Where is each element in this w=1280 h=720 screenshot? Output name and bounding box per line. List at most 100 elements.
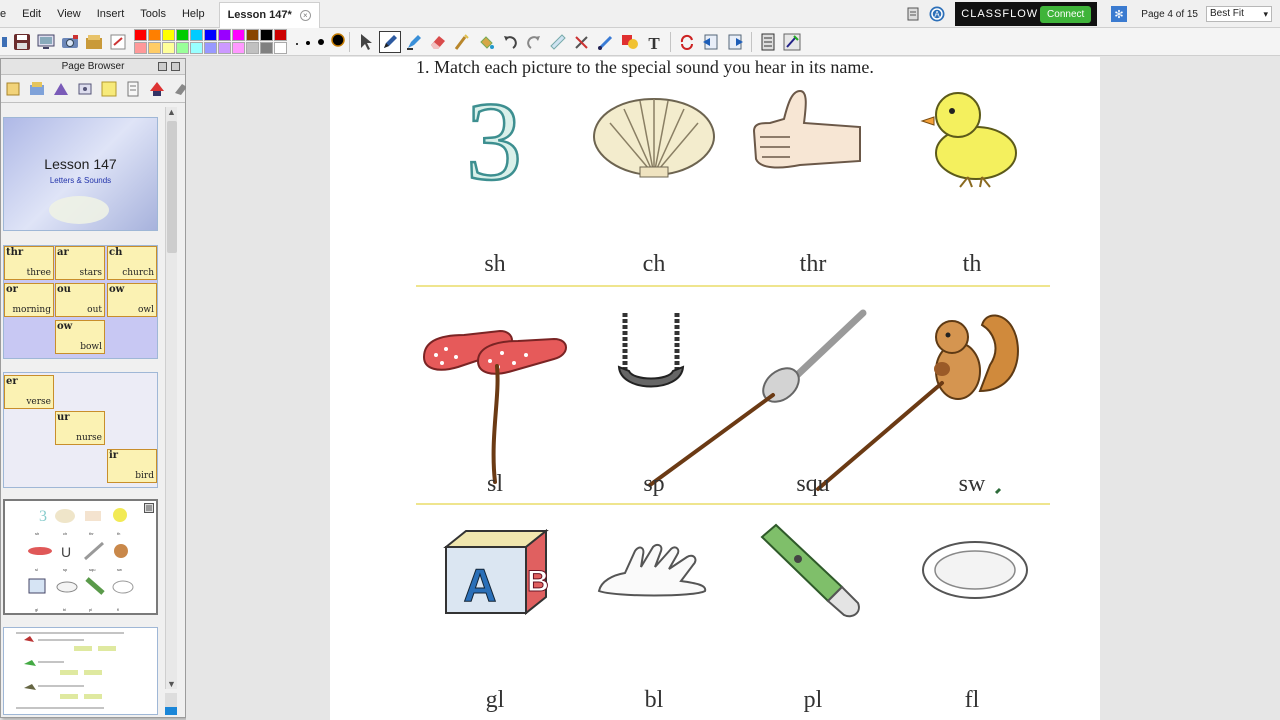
sound-bl[interactable]: bl [614, 687, 694, 714]
thumb4-word: thr [89, 531, 94, 536]
select-icon[interactable] [355, 31, 377, 53]
color-swatch[interactable] [260, 42, 273, 54]
next-page-icon[interactable] [724, 31, 746, 53]
undo-icon[interactable] [499, 31, 521, 53]
width-xlarge-icon[interactable] [331, 33, 345, 50]
sound-card: ir bird [107, 449, 157, 483]
thumb5-preview [16, 632, 124, 709]
page-thumbnail-5[interactable] [3, 627, 158, 715]
panel-close-icon[interactable] [171, 62, 180, 71]
page-notes-icon[interactable] [757, 31, 779, 53]
sound-sp[interactable]: sp [614, 471, 694, 498]
color-swatch[interactable] [246, 42, 259, 54]
color-swatch[interactable] [232, 42, 245, 54]
page-thumbnail-3[interactable]: er verse ur nurse ir bird [3, 372, 158, 488]
svg-text:✻: ✻ [1115, 9, 1124, 21]
previous-page-icon[interactable] [700, 31, 722, 53]
sound-gl[interactable]: gl [455, 687, 535, 714]
screen-icon[interactable] [35, 31, 57, 53]
page-thumbnail-1[interactable]: Lesson 147 Letters & Sounds [3, 117, 158, 231]
close-icon[interactable]: × [299, 9, 311, 21]
sound-card-word: owl [137, 305, 154, 315]
flipchart-page[interactable]: 1. Match each picture to the special sou… [330, 57, 1100, 720]
background-icon[interactable] [52, 78, 70, 100]
sound-pl[interactable]: pl [773, 687, 853, 714]
page-browser-scrollbar[interactable]: ▲ ▼ [165, 107, 177, 689]
color-swatch[interactable] [176, 29, 189, 41]
customize-icon[interactable] [781, 31, 803, 53]
document-tab[interactable]: Lesson 147* × [218, 1, 320, 28]
page-thumbnail-2[interactable]: thr three ar stars ch church or morning ou out ow o… [3, 245, 158, 359]
color-swatch[interactable] [204, 42, 217, 54]
thumb4-word: squ [89, 567, 96, 572]
accessibility-icon[interactable]: A [929, 6, 945, 22]
ruler-icon[interactable] [547, 31, 569, 53]
menu-file[interactable]: e [0, 0, 14, 28]
menu-view[interactable]: View [49, 0, 89, 28]
menu-help[interactable]: Help [174, 0, 213, 28]
scroll-down-icon[interactable]: ▼ [166, 679, 177, 689]
color-swatch[interactable] [148, 42, 161, 54]
color-swatch[interactable] [218, 42, 231, 54]
connector-icon[interactable] [595, 31, 617, 53]
color-swatch[interactable] [162, 29, 175, 41]
clear-page-icon[interactable] [107, 31, 129, 53]
color-swatch[interactable] [246, 29, 259, 41]
color-swatch[interactable] [260, 29, 273, 41]
panel-resize-indicator[interactable] [165, 693, 177, 715]
color-swatch[interactable] [232, 29, 245, 41]
pen-icon[interactable] [379, 30, 401, 53]
sound-card-key: thr [6, 247, 24, 258]
page-list-icon[interactable] [124, 78, 142, 100]
camera-icon[interactable] [59, 31, 81, 53]
pin-icon[interactable] [158, 62, 167, 71]
width-medium-icon[interactable] [305, 35, 311, 49]
sound-sl[interactable]: sl [455, 471, 535, 498]
color-swatch[interactable] [176, 42, 189, 54]
snowflake-icon[interactable]: ✻ [1111, 6, 1128, 22]
color-swatch[interactable] [134, 42, 147, 54]
zoom-select[interactable]: Best Fit [1206, 6, 1272, 22]
document-tab-label: Lesson 147* [227, 9, 292, 21]
color-swatch[interactable] [162, 42, 175, 54]
sound-card: ur nurse [55, 411, 105, 445]
new-page-icon[interactable] [4, 78, 22, 100]
notes-icon[interactable] [905, 6, 921, 22]
redo-icon[interactable] [523, 31, 545, 53]
width-large-icon[interactable] [317, 35, 325, 49]
color-swatch[interactable] [190, 42, 203, 54]
color-swatch[interactable] [204, 29, 217, 41]
reset-page-icon[interactable] [676, 31, 698, 53]
tools-icon[interactable] [571, 31, 593, 53]
sound-sw[interactable]: sw [932, 471, 1012, 498]
width-small-icon[interactable] [295, 35, 299, 49]
insert-page-icon[interactable] [28, 78, 46, 100]
text-icon[interactable]: T [643, 31, 665, 53]
scroll-up-icon[interactable]: ▲ [166, 107, 177, 117]
fill-icon[interactable] [475, 31, 497, 53]
menu-tools[interactable]: Tools [132, 0, 174, 28]
menu-edit[interactable]: Edit [14, 0, 49, 28]
shape-icon[interactable] [619, 31, 641, 53]
color-swatch[interactable] [190, 29, 203, 41]
eraser-icon[interactable] [427, 31, 449, 53]
page-thumbnail-4[interactable]: 3 U sh ch thr th sl sp squ sw gl bl pl fl [3, 499, 158, 615]
magic-ink-icon[interactable] [451, 31, 473, 53]
color-swatch[interactable] [218, 29, 231, 41]
color-swatch[interactable] [134, 29, 147, 41]
color-swatch[interactable] [274, 42, 287, 54]
scroll-thumb[interactable] [167, 121, 177, 253]
color-swatch[interactable] [148, 29, 161, 41]
spinner-icon[interactable] [148, 78, 166, 100]
color-swatch[interactable] [274, 29, 287, 41]
sticky-note-icon[interactable] [100, 78, 118, 100]
save-icon[interactable] [11, 31, 33, 53]
sound-fl[interactable]: fl [932, 687, 1012, 714]
sound-card-word: out [87, 305, 102, 315]
highlighter-icon[interactable] [403, 31, 425, 53]
sound-squ[interactable]: squ [773, 471, 853, 498]
page-settings-icon[interactable] [76, 78, 94, 100]
connect-button[interactable]: Connect [1040, 5, 1092, 23]
menu-insert[interactable]: Insert [89, 0, 133, 28]
resource-library-icon[interactable] [83, 31, 105, 53]
